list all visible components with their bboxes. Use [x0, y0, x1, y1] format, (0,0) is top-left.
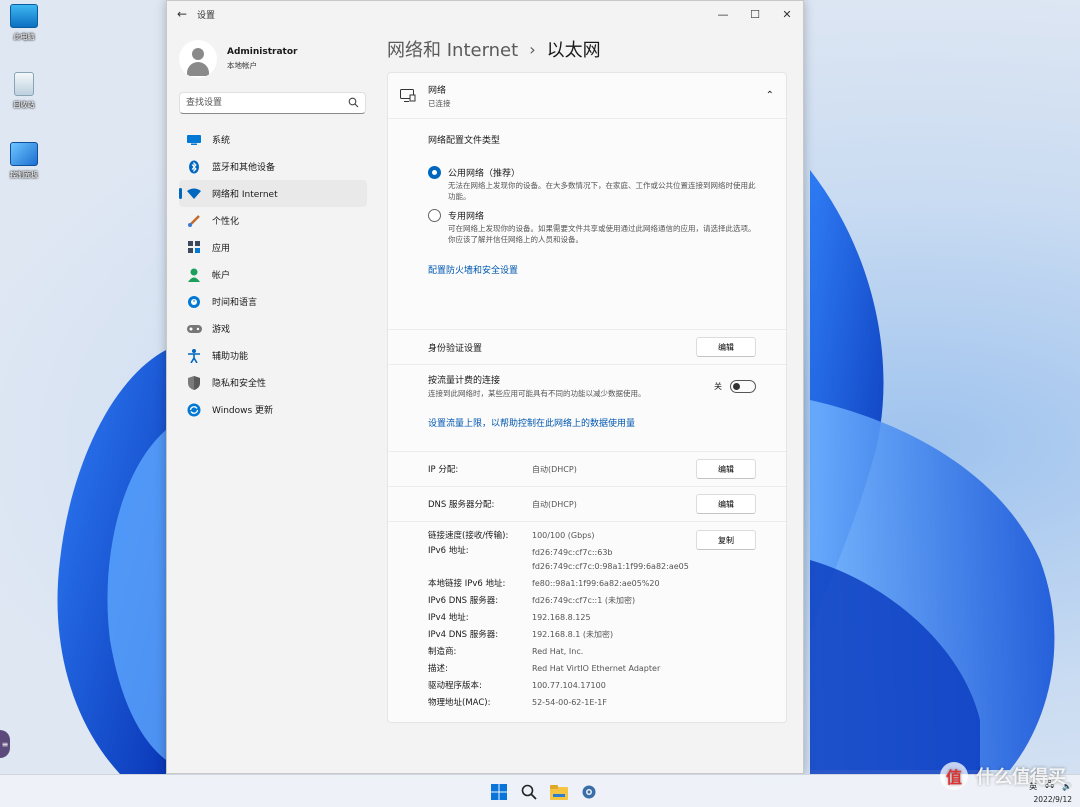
properties-section: 复制 链接速度(接收/传输): 100/100 (Gbps) IPv6 地址: fd…	[388, 522, 786, 722]
sidebar-item-apps[interactable]: 应用	[179, 234, 367, 261]
sidebar-item-time-language[interactable]: 时间和语言	[179, 288, 367, 315]
account-type: 本地帐户	[227, 61, 257, 70]
windows-start-icon[interactable]	[484, 781, 514, 803]
table-row: IPv4 地址: 192.168.8.125	[428, 613, 591, 623]
accessibility-icon	[185, 348, 203, 363]
sidebar-item-privacy[interactable]: 隐私和安全性	[179, 369, 367, 396]
close-button[interactable]: ✕	[771, 1, 803, 27]
auth-settings-row: 身份验证设置 编辑	[388, 330, 786, 364]
globe-clock-icon	[185, 295, 203, 309]
recycle-bin-icon	[14, 72, 34, 96]
metered-label: 按流量计费的连接	[428, 376, 501, 386]
sidebar-item-windows-update[interactable]: Windows 更新	[179, 396, 367, 423]
network-name: 网络	[428, 85, 447, 96]
breadcrumb-parent[interactable]: 网络和 Internet	[387, 36, 518, 62]
table-row: 驱动程序版本: 100.77.104.17100	[428, 681, 606, 691]
minimize-button[interactable]: —	[707, 1, 739, 27]
avatar	[179, 40, 217, 78]
desktop-icon-computer[interactable]: 此电脑	[4, 4, 44, 42]
watermark-badge: 值	[940, 762, 968, 790]
watermark: 值 什么值得买	[940, 762, 1066, 790]
table-row: 物理地址(MAC): 52-54-00-62-1E-1F	[428, 698, 607, 708]
search-box	[179, 92, 366, 114]
ethernet-monitor-icon	[400, 88, 416, 102]
table-row: IPv4 DNS 服务器: 192.168.8.1 (未加密)	[428, 630, 614, 640]
monitor-icon	[185, 133, 203, 147]
maximize-button[interactable]: ☐	[739, 1, 771, 27]
search-icon[interactable]	[348, 97, 359, 108]
metered-connection-section: 按流量计费的连接 连接到此网络时，某些应用可能具有不同的功能以减少数据使用。 关…	[388, 365, 786, 451]
search-icon[interactable]	[514, 781, 544, 803]
table-row: fd26:749c:cf7c:0:98a1:1f99:6a82:ae05	[532, 562, 689, 571]
clock-date[interactable]: 2022/9/12	[1029, 795, 1072, 804]
computer-icon	[10, 4, 38, 28]
dns-assignment-row: DNS 服务器分配: 自动(DHCP) 编辑	[388, 487, 786, 521]
public-network-radio[interactable]	[428, 166, 441, 179]
public-network-option[interactable]: 公用网络（推荐） 无法在网络上发现你的设备。在大多数情况下，在家庭、工作或公共位…	[428, 166, 756, 202]
table-row: 本地链接 IPv6 地址: fe80::98a1:1f99:6a82:ae05%2…	[428, 579, 660, 589]
sidebar-item-gaming[interactable]: 游戏	[179, 315, 367, 342]
back-arrow-icon[interactable]: ←	[167, 7, 197, 21]
page-title: 以太网	[546, 40, 601, 61]
shield-icon	[185, 375, 203, 390]
ethernet-panel: 网络 已连接 ⌃ 网络配置文件类型 公用网络（推荐） 无法在网络上发现你的设备。…	[387, 72, 787, 723]
sidebar-item-system[interactable]: 系统	[179, 126, 367, 153]
taskbar: 英 🖧 🔊 2022/9/12	[0, 774, 1080, 807]
firewall-settings-link[interactable]: 配置防火墙和安全设置	[428, 263, 518, 276]
update-icon	[185, 403, 203, 417]
sidebar: Administrator 本地帐户 系统 蓝牙和其他设备 网络和 Intern	[167, 27, 375, 773]
wifi-icon	[185, 187, 203, 201]
breadcrumb: 网络和 Internet › 以太网	[387, 27, 803, 67]
dns-assignment-label: DNS 服务器分配:	[428, 500, 495, 510]
table-row: 制造商: Red Hat, Inc.	[428, 647, 584, 657]
network-card-header[interactable]: 网络 已连接 ⌃	[388, 73, 786, 119]
control-panel-icon	[10, 142, 38, 166]
sidebar-item-accessibility[interactable]: 辅助功能	[179, 342, 367, 369]
copy-button[interactable]: 复制	[696, 530, 756, 550]
nav-list: 系统 蓝牙和其他设备 网络和 Internet 个性化 应用 帐户 时间和语言 …	[167, 126, 375, 423]
settings-window: ← 设置 — ☐ ✕ Administrator 本地帐户 系统	[166, 0, 804, 774]
ip-assignment-label: IP 分配:	[428, 465, 459, 475]
private-network-radio[interactable]	[428, 209, 441, 222]
profile-type-title: 网络配置文件类型	[428, 136, 501, 146]
connection-status: 已连接	[428, 98, 451, 108]
ip-edit-button[interactable]: 编辑	[696, 459, 756, 479]
sidebar-item-network[interactable]: 网络和 Internet	[179, 180, 367, 207]
gamepad-icon	[185, 322, 203, 336]
private-network-option[interactable]: 专用网络 可在网络上发现你的设备。如果需要文件共享或使用通过此网络通信的应用，请…	[428, 209, 756, 245]
chevron-up-icon[interactable]: ⌃	[766, 90, 774, 101]
sidebar-item-accounts[interactable]: 帐户	[179, 261, 367, 288]
sidebar-item-bluetooth[interactable]: 蓝牙和其他设备	[179, 153, 367, 180]
user-name: Administrator	[227, 47, 298, 57]
search-input[interactable]	[180, 93, 340, 113]
breadcrumb-separator: ›	[529, 39, 536, 59]
apps-icon	[185, 241, 203, 255]
auth-settings-label: 身份验证设置	[428, 343, 483, 354]
dns-edit-button[interactable]: 编辑	[696, 494, 756, 514]
sidebar-item-personalization[interactable]: 个性化	[179, 207, 367, 234]
metered-toggle[interactable]	[730, 379, 756, 393]
file-explorer-icon[interactable]	[544, 781, 574, 803]
metered-state-label: 关	[714, 381, 722, 391]
desktop-icon-recycle-bin[interactable]: 回收站	[4, 72, 44, 110]
data-limit-link[interactable]: 设置流量上限，以帮助控制在此网络上的数据使用量	[428, 416, 635, 429]
bluetooth-icon	[185, 160, 203, 174]
window-title: 设置	[197, 10, 216, 21]
desktop-icon-control-panel[interactable]: 控制面板	[4, 142, 44, 180]
person-icon	[185, 268, 203, 282]
properties-list: 链接速度(接收/传输): 100/100 (Gbps) IPv6 地址: fd26:…	[388, 528, 786, 712]
title-bar: ← 设置 — ☐ ✕	[167, 1, 803, 27]
user-profile[interactable]: Administrator 本地帐户	[167, 27, 375, 83]
brush-icon	[185, 214, 203, 228]
metered-desc: 连接到此网络时，某些应用可能具有不同的功能以减少数据使用。	[428, 389, 646, 398]
ip-assignment-value: 自动(DHCP)	[532, 464, 577, 474]
ip-assignment-row: IP 分配: 自动(DHCP) 编辑	[388, 452, 786, 486]
table-row: 描述: Red Hat VirtIO Ethernet Adapter	[428, 664, 661, 674]
main-content: 网络和 Internet › 以太网 网络 已连接 ⌃ 网络配置文件类型 公用网…	[387, 27, 803, 773]
dns-assignment-value: 自动(DHCP)	[532, 499, 577, 509]
table-row: IPv6 DNS 服务器: fd26:749c:cf7c::1 (未加密)	[428, 596, 636, 606]
auth-edit-button[interactable]: 编辑	[696, 337, 756, 357]
profile-type-section: 网络配置文件类型 公用网络（推荐） 无法在网络上发现你的设备。在大多数情况下，在…	[388, 133, 786, 329]
settings-icon[interactable]	[574, 781, 604, 803]
